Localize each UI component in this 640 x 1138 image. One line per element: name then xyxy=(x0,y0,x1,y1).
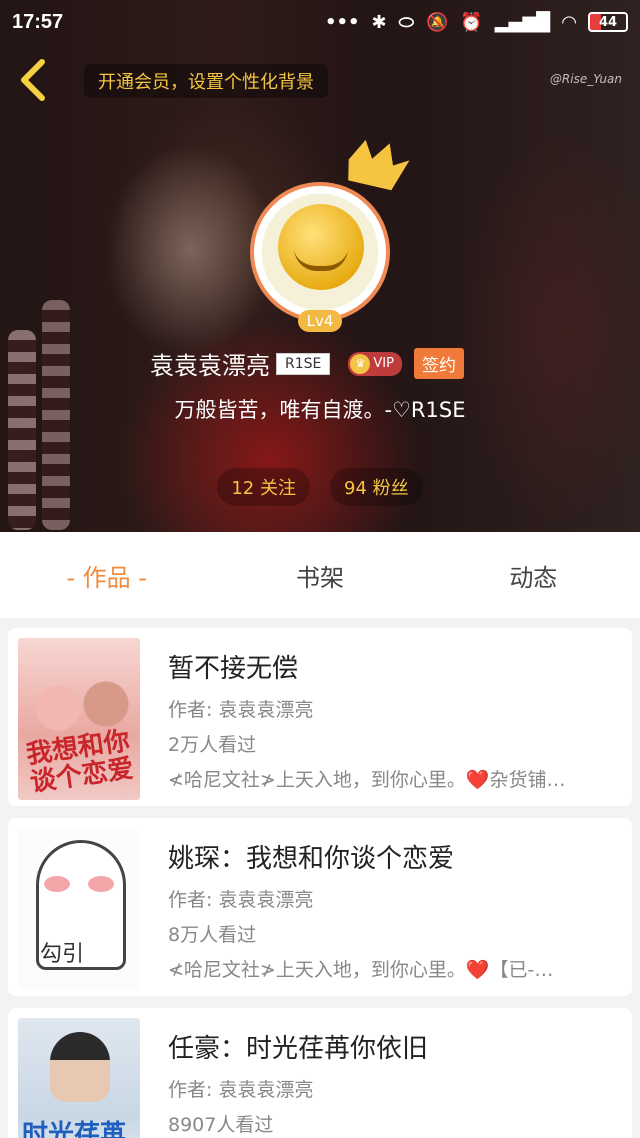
cover-title: 时光荏苒 xyxy=(22,1120,127,1138)
tab-bookshelf[interactable]: 书架 xyxy=(213,558,426,593)
vip-badge[interactable]: ♛ VIP xyxy=(348,351,402,376)
battery-icon: 44 xyxy=(588,12,628,32)
profile-tabs: - 作品 - 书架 动态 xyxy=(0,532,640,618)
book-cover: 时光荏苒 xyxy=(18,1018,140,1138)
toggle-icon: ⬭ xyxy=(398,11,414,33)
book-views: 2万人看过 xyxy=(168,734,257,756)
book-info: 暂不接无偿 作者: 袁袁袁漂亮 2万人看过 ≮哈尼文社≯上天入地，到你心里。❤️… xyxy=(168,648,616,792)
status-icons: ••• ✱ ⬭ 🔕 ⏰ ▂▄▆█ ◠ 44 xyxy=(325,12,628,33)
mute-icon: 🔕 xyxy=(425,11,449,33)
book-description: ≮哈尼文社≯上天入地，到你心里。❤️杂货铺… xyxy=(168,769,566,791)
user-tag: R1SE xyxy=(276,352,331,375)
list-item[interactable]: 勾引 姚琛：我想和你谈个恋爱 作者: 袁袁袁漂亮 8万人看过 ≮哈尼文社≯上天入… xyxy=(8,818,632,996)
profile-cover: 17:57 ••• ✱ ⬭ 🔕 ⏰ ▂▄▆█ ◠ 44 开通会员，设置个性化背景… xyxy=(0,0,640,532)
smiley-avatar-icon xyxy=(278,204,364,290)
list-item[interactable]: 时光荏苒 任豪：时光荏苒你依旧 作者: 袁袁袁漂亮 8907人看过 xyxy=(8,1008,632,1138)
profile-stats: 12 关注 94 粉丝 xyxy=(0,468,640,506)
username: 袁袁袁漂亮 xyxy=(150,352,270,380)
chevron-left-icon xyxy=(21,59,45,101)
following-count[interactable]: 12 关注 xyxy=(217,468,310,506)
battery-level: 44 xyxy=(598,14,618,30)
name-row: 袁袁袁漂亮 R1SE ♛ VIP 签约 xyxy=(150,346,464,381)
vip-crown-icon: ♛ xyxy=(350,353,371,374)
tab-activity[interactable]: 动态 xyxy=(427,558,640,593)
avatar[interactable] xyxy=(250,182,390,322)
status-time: 17:57 xyxy=(12,10,64,33)
book-author: 作者: 袁袁袁漂亮 xyxy=(168,699,314,721)
book-views: 8907人看过 xyxy=(168,1114,274,1136)
book-cover: 我想和你谈个恋爱 xyxy=(18,638,140,800)
avatar-image xyxy=(250,182,390,322)
cover-decoration xyxy=(44,876,70,892)
list-item[interactable]: 我想和你谈个恋爱 暂不接无偿 作者: 袁袁袁漂亮 2万人看过 ≮哈尼文社≯上天入… xyxy=(8,628,632,806)
book-info: 姚琛：我想和你谈个恋爱 作者: 袁袁袁漂亮 8万人看过 ≮哈尼文社≯上天入地，到… xyxy=(168,838,616,982)
book-author: 作者: 袁袁袁漂亮 xyxy=(168,1079,314,1101)
book-views: 8万人看过 xyxy=(168,924,257,946)
book-title: 暂不接无偿 xyxy=(168,654,299,684)
status-bar: 17:57 ••• ✱ ⬭ 🔕 ⏰ ▂▄▆█ ◠ 44 xyxy=(0,0,640,44)
user-motto: 万般皆苦，唯有自渡。-♡R1SE xyxy=(174,398,466,422)
image-watermark: @Rise_Yuan xyxy=(549,72,622,86)
signal-icon: ▂▄▆█ xyxy=(494,11,551,33)
cover-decoration xyxy=(88,876,114,892)
signed-badge: 签约 xyxy=(413,348,464,379)
book-cover: 勾引 xyxy=(18,828,140,990)
book-info: 任豪：时光荏苒你依旧 作者: 袁袁袁漂亮 8907人看过 xyxy=(168,1028,616,1138)
alarm-icon: ⏰ xyxy=(460,11,483,33)
fans-count[interactable]: 94 粉丝 xyxy=(330,468,423,506)
dots-icon: ••• xyxy=(324,11,360,33)
book-title: 姚琛：我想和你谈个恋爱 xyxy=(168,844,455,874)
vip-label: VIP xyxy=(373,356,394,371)
tab-works[interactable]: - 作品 - xyxy=(0,558,213,593)
cover-title: 勾引 xyxy=(40,942,85,967)
book-description: ≮哈尼文社≯上天入地，到你心里。❤️【已-… xyxy=(168,959,554,981)
bluetooth-icon: ✱ xyxy=(371,11,387,33)
book-title: 任豪：时光荏苒你依旧 xyxy=(168,1034,429,1064)
cover-title: 我想和你谈个恋爱 xyxy=(24,726,136,798)
back-button[interactable] xyxy=(14,58,54,102)
cover-illustration xyxy=(50,1032,110,1102)
book-author: 作者: 袁袁袁漂亮 xyxy=(168,889,314,911)
wifi-icon: ◠ xyxy=(562,11,576,33)
vip-background-hint[interactable]: 开通会员，设置个性化背景 xyxy=(84,64,328,98)
level-badge: Lv4 xyxy=(298,310,342,332)
